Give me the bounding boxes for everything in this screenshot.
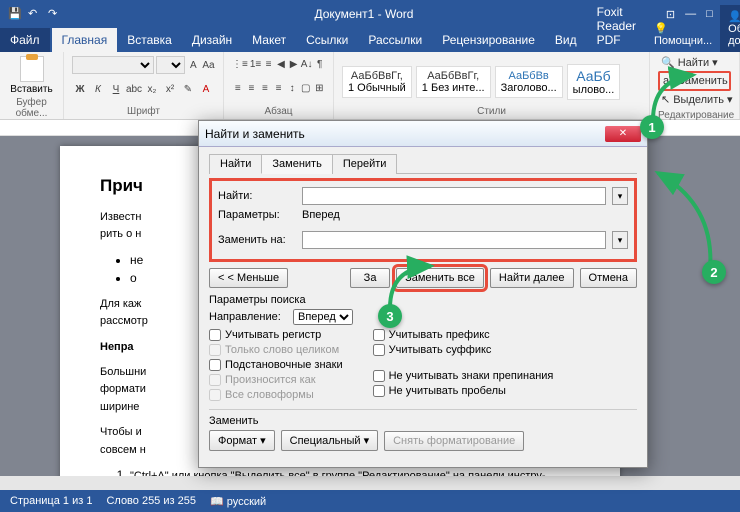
tab-layout[interactable]: Макет <box>242 28 296 52</box>
align-center-icon[interactable]: ≡ <box>246 80 258 96</box>
chk-prefix[interactable]: Учитывать префикс <box>373 329 554 341</box>
font-size-select[interactable] <box>156 56 184 74</box>
chk-sounds[interactable]: Произносится как <box>209 374 343 386</box>
underline-button[interactable]: Ч <box>108 81 124 97</box>
dialog-close-button[interactable]: ✕ <box>605 126 641 142</box>
replace-input[interactable] <box>302 231 606 249</box>
ribbon: Вставить Буфер обме... A Aa Ж К Ч abc x₂… <box>0 52 740 120</box>
justify-icon[interactable]: ≡ <box>273 80 285 96</box>
group-clipboard-label: Буфер обме... <box>8 97 55 119</box>
direction-label: Направление: <box>209 311 287 323</box>
cancel-button[interactable]: Отмена <box>580 268 637 288</box>
highlight-icon[interactable]: ✎ <box>180 81 196 97</box>
pilcrow-icon[interactable]: ¶ <box>314 56 325 72</box>
italic-button[interactable]: К <box>90 81 106 97</box>
dlg-tab-find[interactable]: Найти <box>209 154 262 174</box>
font-family-select[interactable] <box>72 56 154 74</box>
superscript-icon[interactable]: x² <box>162 81 178 97</box>
find-next-button[interactable]: Найти далее <box>490 268 574 288</box>
clipboard-icon <box>20 56 44 82</box>
chk-case[interactable]: Учитывать регистр <box>209 329 343 341</box>
chk-whole[interactable]: Только слово целиком <box>209 344 343 356</box>
find-dropdown-icon[interactable]: ▾ <box>612 187 628 205</box>
group-styles-label: Стили <box>342 106 641 117</box>
dialog-title: Найти и заменить <box>205 127 605 141</box>
tab-insert[interactable]: Вставка <box>117 28 182 52</box>
group-font-label: Шрифт <box>72 106 215 117</box>
status-lang[interactable]: 📖 русский <box>210 495 266 508</box>
numbering-icon[interactable]: 1≡ <box>250 56 261 72</box>
tell-me[interactable]: 💡 Помощни... <box>646 17 720 52</box>
replace-label: Заменить на: <box>218 234 296 246</box>
find-label: Найти: <box>218 190 296 202</box>
tab-mail[interactable]: Рассылки <box>358 28 432 52</box>
subscript-icon[interactable]: x₂ <box>144 81 160 97</box>
chk-spaces[interactable]: Не учитывать пробелы <box>373 385 554 397</box>
ribbon-tabs: Файл Главная Вставка Дизайн Макет Ссылки… <box>0 28 740 52</box>
dlg-tab-goto[interactable]: Перейти <box>332 154 398 174</box>
chk-suffix[interactable]: Учитывать суффикс <box>373 344 554 356</box>
special-button[interactable]: Специальный ▾ <box>281 430 378 451</box>
align-left-icon[interactable]: ≡ <box>232 80 244 96</box>
font-color-icon[interactable]: A <box>198 81 214 97</box>
undo-icon[interactable]: ↶ <box>28 7 42 21</box>
redo-icon[interactable]: ↷ <box>48 7 62 21</box>
chk-wildcards[interactable]: Подстановочные знаки <box>209 359 343 371</box>
find-input[interactable] <box>302 187 606 205</box>
grow-font-icon[interactable]: A <box>187 57 200 73</box>
line-spacing-icon[interactable]: ↕ <box>286 80 298 96</box>
callout-2: 2 <box>702 260 726 284</box>
group-para-label: Абзац <box>232 106 325 117</box>
direction-select[interactable]: Вперед <box>293 309 353 325</box>
search-fields-box: Найти: ▾ Параметры: Вперед Заменить на: … <box>209 178 637 262</box>
search-icon: 🔍 <box>661 56 675 69</box>
indent-left-icon[interactable]: ◀ <box>276 56 287 72</box>
replace-one-button[interactable]: За <box>350 268 390 288</box>
tab-foxit[interactable]: Foxit Reader PDF <box>587 0 646 52</box>
format-button[interactable]: Формат ▾ <box>209 430 275 451</box>
style-nospacing[interactable]: АаБбВвГг,1 Без инте... <box>416 66 491 98</box>
less-button[interactable]: < < Меньше <box>209 268 288 288</box>
tab-review[interactable]: Рецензирование <box>432 28 545 52</box>
params-label: Параметры: <box>218 209 296 221</box>
callout-1: 1 <box>640 115 664 139</box>
status-page[interactable]: Страница 1 из 1 <box>10 495 92 507</box>
tab-refs[interactable]: Ссылки <box>296 28 358 52</box>
case-icon[interactable]: Aa <box>202 57 215 73</box>
style-normal[interactable]: АаБбВвГг,1 Обычный <box>342 66 412 98</box>
save-icon[interactable]: 💾 <box>8 7 22 21</box>
dialog-titlebar[interactable]: Найти и заменить ✕ <box>199 121 647 147</box>
status-bar: Страница 1 из 1 Слово 255 из 255 📖 русск… <box>0 490 740 512</box>
params-value: Вперед <box>302 209 340 221</box>
chk-punct[interactable]: Не учитывать знаки препинания <box>373 370 554 382</box>
style-heading2[interactable]: АаБбылово... <box>567 64 621 100</box>
tab-file[interactable]: Файл <box>0 28 50 52</box>
sort-icon[interactable]: A↓ <box>301 56 313 72</box>
chk-wordforms[interactable]: Все словоформы <box>209 389 343 401</box>
multilevel-icon[interactable]: ≡ <box>263 56 274 72</box>
shading-icon[interactable]: ▢ <box>300 80 312 96</box>
status-words[interactable]: Слово 255 из 255 <box>106 495 196 507</box>
indent-right-icon[interactable]: ▶ <box>288 56 299 72</box>
paste-button[interactable]: Вставить <box>8 56 55 95</box>
window-title: Документ1 - Word <box>62 7 666 21</box>
align-right-icon[interactable]: ≡ <box>259 80 271 96</box>
tab-view[interactable]: Вид <box>545 28 587 52</box>
remove-format-button[interactable]: Снять форматирование <box>384 431 524 451</box>
strike-icon[interactable]: abc <box>126 81 142 97</box>
dlg-tab-replace[interactable]: Заменить <box>261 154 332 174</box>
tab-design[interactable]: Дизайн <box>182 28 242 52</box>
callout-3: 3 <box>378 304 402 328</box>
style-heading1[interactable]: АаБбВвЗаголово... <box>495 66 563 98</box>
borders-icon[interactable]: ⊞ <box>313 80 325 96</box>
quick-access-toolbar: 💾 ↶ ↷ <box>8 7 62 21</box>
bold-button[interactable]: Ж <box>72 81 88 97</box>
find-button[interactable]: 🔍Найти▾ <box>658 54 731 71</box>
replace-section-label: Заменить <box>209 415 637 427</box>
bullets-icon[interactable]: ⋮≡ <box>232 56 248 72</box>
share-button[interactable]: 👤 Общий доступ <box>720 5 740 52</box>
tab-home[interactable]: Главная <box>52 28 118 52</box>
replace-dropdown-icon[interactable]: ▾ <box>612 231 628 249</box>
